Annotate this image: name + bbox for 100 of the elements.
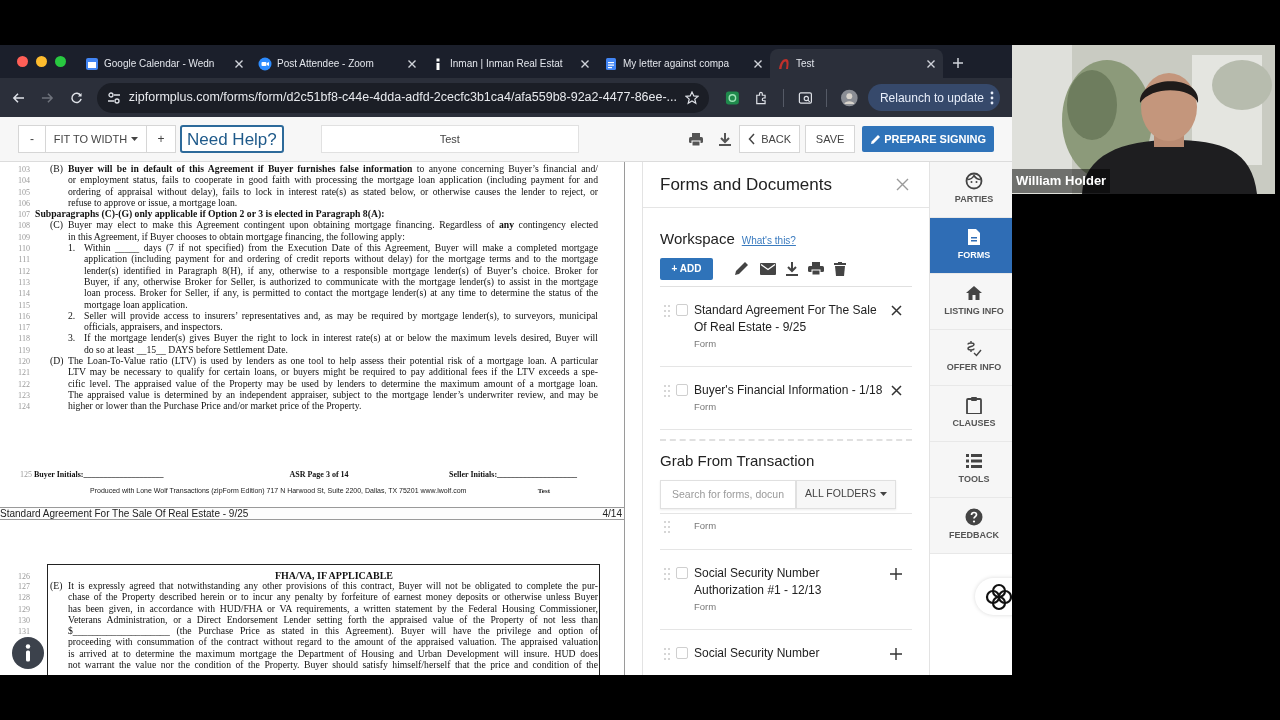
reload-icon[interactable] bbox=[69, 90, 83, 105]
seller-initials-line: Seller Initials:____________________ bbox=[449, 468, 578, 481]
zoom-out-button[interactable]: - bbox=[18, 125, 46, 153]
print-icon[interactable] bbox=[808, 261, 824, 276]
line-number: 108 bbox=[17, 220, 30, 232]
sidebar-tab[interactable]: LISTING INFO bbox=[930, 274, 1012, 330]
new-tab-icon[interactable] bbox=[952, 57, 964, 69]
sidebar-tab[interactable]: PARTIES bbox=[930, 162, 1012, 218]
forward-arrow-icon[interactable] bbox=[40, 90, 54, 105]
search-field[interactable]: Search for forms, docun bbox=[660, 479, 796, 509]
line-number: 117 bbox=[17, 322, 30, 334]
section-title: Workspace bbox=[660, 229, 735, 249]
relaunch-button[interactable]: Relaunch to update bbox=[867, 84, 1000, 111]
house-icon bbox=[965, 284, 983, 303]
browser-tab[interactable]: Post Attendee - Zoom bbox=[251, 49, 424, 78]
checkbox[interactable] bbox=[676, 303, 688, 316]
clause-label: (B) bbox=[50, 163, 64, 175]
clause-label: (D) bbox=[50, 355, 65, 367]
line-number: 114 bbox=[17, 288, 30, 300]
minimize-window-button[interactable] bbox=[36, 56, 47, 67]
document-text-line: The Loan-To-Value ratio (LTV) is used by lenders as one tool to help assess their potential risk of a mortgage loan. A particular bbox=[68, 355, 598, 367]
caret-icon bbox=[879, 492, 887, 496]
document-text-line: Seller will provide access to insurers’ representatives and, as may be required by mortgage lender(s), to surveyors, municipal bbox=[84, 309, 598, 322]
line-number: 121 bbox=[17, 367, 30, 379]
checkbox[interactable] bbox=[676, 647, 688, 659]
browser-tab[interactable]: Inman | Inman Real Estat bbox=[424, 49, 597, 78]
address-bar[interactable]: zipformplus.com/forms/form/d2c51bf8-c44e-4dda-adfd-2cecfc3b1ca4/afa559b8-92a2-4477-86ee-... bbox=[96, 82, 710, 113]
mail-icon[interactable] bbox=[760, 262, 776, 275]
form-title: Buyer's Financial Information - 1/18 bbox=[694, 381, 884, 399]
line-number: 126 bbox=[17, 571, 30, 583]
sidebar-tab[interactable]: FORMS bbox=[930, 218, 1012, 274]
form-list-item[interactable]: Form bbox=[660, 513, 912, 550]
line-number: 122 bbox=[17, 378, 30, 390]
print-icon[interactable] bbox=[688, 131, 705, 147]
arch-icon bbox=[777, 56, 791, 71]
info-icon[interactable] bbox=[12, 637, 44, 669]
video-camera-icon bbox=[258, 56, 272, 71]
download-icon[interactable] bbox=[786, 261, 798, 276]
close-window-button[interactable] bbox=[17, 56, 28, 67]
plus-icon[interactable] bbox=[890, 648, 902, 660]
sidebar-tab[interactable]: TOOLS bbox=[930, 442, 1012, 498]
more-options-icon[interactable] bbox=[989, 90, 994, 105]
flower-icon bbox=[984, 581, 1012, 612]
buyer-initials-line: Buyer Initials:____________________ bbox=[34, 468, 165, 481]
profile-avatar-icon[interactable] bbox=[841, 88, 858, 107]
star-icon[interactable] bbox=[685, 90, 700, 105]
puzzle-icon[interactable] bbox=[753, 89, 769, 106]
folders-dropdown[interactable]: ALL FOLDERS bbox=[796, 479, 896, 509]
pencil-icon[interactable] bbox=[734, 261, 749, 276]
document-text-line: in this Agreement, if Buyer chooses to obtain mortgage financing, the following apply: bbox=[68, 230, 406, 243]
whats-this-link[interactable]: What's this? bbox=[741, 233, 796, 248]
checkbox[interactable] bbox=[676, 566, 688, 579]
plus-icon[interactable] bbox=[890, 567, 902, 580]
zoom-in-button[interactable]: + bbox=[146, 125, 176, 153]
checkbox[interactable] bbox=[676, 383, 688, 396]
line-number: 106 bbox=[17, 197, 30, 210]
prepare-signing-button[interactable]: PREPARE SIGNING bbox=[862, 126, 994, 152]
calendar-icon bbox=[85, 56, 99, 71]
url-text: zipformplus.com/forms/form/d2c51bf8-c44e-4dda-adfd-2cecfc3b1ca4/afa559b8-92a2-4477-86ee-... bbox=[128, 89, 678, 107]
document-text-line: Buyer will be in default of this Agreement if Buyer furnishes false information to anyone concerning Buyer’s financial and/ bbox=[68, 163, 598, 175]
section-title: Grab From Transaction bbox=[660, 451, 816, 471]
trash-icon[interactable] bbox=[834, 261, 846, 276]
fit-to-width-dropdown[interactable]: FIT TO WIDTH bbox=[46, 125, 146, 153]
browser-tab[interactable]: Google Calendar - Wedn bbox=[78, 49, 251, 78]
side-panel-icon[interactable] bbox=[797, 89, 813, 106]
maximize-window-button[interactable] bbox=[55, 56, 66, 67]
assistant-button[interactable] bbox=[975, 578, 1012, 615]
close-icon[interactable] bbox=[891, 304, 902, 316]
document-text-line: Within _____ days (7 if not specified) from the Execution Date of this Agreement, Buyer will make a completed mortgage bbox=[84, 242, 598, 254]
sidebar-tab[interactable]: FEEDBACK bbox=[930, 498, 1012, 554]
close-icon[interactable] bbox=[891, 384, 902, 396]
document-text-line: Buyer, if any, otherwise Broker for Seller, is authorized to communicate with the mortgage lender(s) to assist in the mortgage bbox=[84, 275, 598, 288]
form-list-item[interactable]: Social Security Number Authorization #1 - 12/13 Form bbox=[660, 549, 912, 630]
clause-label: (C) bbox=[50, 219, 64, 231]
document-text-line: LTV may be necessary to qualify for certain loans, or buyers might be required to pay additional fees if the LTV exceeds a spe- bbox=[68, 366, 598, 378]
title-field[interactable]: Test bbox=[320, 125, 579, 153]
sidebar-tab[interactable]: OFFER INFO bbox=[930, 330, 1012, 386]
document-icon bbox=[965, 228, 983, 247]
line-number: 120 bbox=[17, 356, 30, 368]
extension-icon[interactable] bbox=[725, 89, 740, 106]
document-text-line: chase of the Property described herein or to incur any penalty by forfeiture of earnest money deposits or otherwise unless Buyer bbox=[68, 591, 598, 603]
back-button[interactable]: BACK bbox=[739, 125, 801, 153]
browser-tab[interactable]: Test bbox=[770, 49, 943, 78]
browser-tab[interactable]: My letter against compa bbox=[597, 49, 770, 78]
document-text-line: application (including payment for and ordering of credit reports without delay) for the mortgage terms and to the mortgage bbox=[84, 253, 598, 265]
add-button[interactable]: + ADD bbox=[660, 257, 713, 280]
form-list-item[interactable]: Buyer's Financial Information - 1/18 Form bbox=[660, 366, 912, 430]
help-button[interactable]: Need Help? bbox=[180, 125, 284, 153]
back-arrow-icon[interactable] bbox=[12, 90, 25, 105]
download-icon[interactable] bbox=[718, 131, 733, 147]
line-number: 118 bbox=[17, 333, 30, 345]
line-number: 111 bbox=[17, 254, 30, 266]
face-icon bbox=[965, 172, 983, 191]
save-button[interactable]: SAVE bbox=[805, 125, 856, 153]
sidebar-tab[interactable]: CLAUSES bbox=[930, 386, 1012, 442]
chevron-left-icon bbox=[748, 133, 756, 145]
form-list-item[interactable]: Standard Agreement For The Sale Of Real Estate - 9/25 Form bbox=[660, 286, 912, 367]
document-text-line: or employment status, fails to cooperate in good faith with processing the mortgage loan application (including payment for and bbox=[68, 174, 598, 186]
line-number: 115 bbox=[17, 299, 30, 311]
form-list-item[interactable]: Social Security Number bbox=[660, 630, 912, 675]
